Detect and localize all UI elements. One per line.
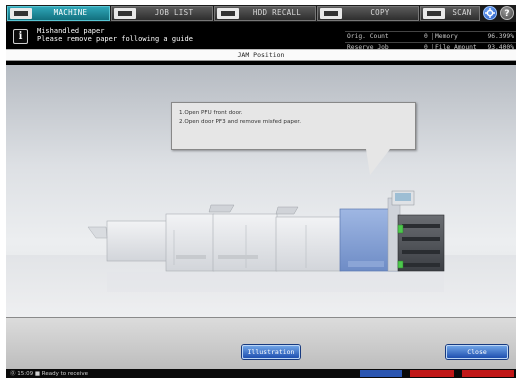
orig-count-label: Orig. Count: [347, 33, 389, 40]
tab-machine[interactable]: MACHINE: [7, 6, 110, 21]
tab-bar: MACHINE JOB LIST HDD RECALL COPY SCAN ?: [6, 5, 516, 22]
tab-label: MACHINE: [53, 8, 88, 17]
job-list-icon: [114, 8, 136, 19]
jam-marker: [397, 260, 404, 269]
jam-illustration-area: 1.Open PFU front door. 2.Open door PF3 a…: [6, 65, 516, 317]
status-indicator-red: [410, 370, 454, 377]
paper-feed-unit: [397, 214, 445, 272]
jam-marker: [397, 224, 404, 234]
memory-label: Memory: [432, 33, 458, 40]
status-indicator-blue: [360, 370, 402, 377]
hdd-recall-icon: [217, 8, 239, 19]
help-icon[interactable]: ?: [500, 6, 514, 20]
tab-job-list[interactable]: JOB LIST: [111, 6, 213, 21]
status-text: ⓪ 15:09 ■ Ready to receive: [10, 371, 88, 377]
status-row: Orig. Count 0 Memory 96.399%: [345, 31, 516, 42]
bottom-bar: Illustration Close: [6, 317, 516, 369]
printer-line-illustration: [87, 190, 445, 292]
message-line-1: Mishandled paper: [37, 27, 105, 35]
machine-icon: [10, 8, 32, 19]
tab-label: JOB LIST: [154, 8, 194, 17]
copy-icon: [320, 8, 342, 19]
memory-value: 96.399%: [487, 33, 514, 40]
tab-label: SCAN: [452, 8, 472, 17]
info-glyph: i: [18, 31, 23, 42]
tab-label: COPY: [370, 8, 390, 17]
status-indicator-red: [462, 370, 514, 377]
message-line-2: Please remove paper following a guide: [37, 35, 193, 43]
tab-copy[interactable]: COPY: [317, 6, 419, 21]
tab-hdd-recall[interactable]: HDD RECALL: [214, 6, 316, 21]
settings-icon[interactable]: [483, 6, 497, 20]
message-area: i Mishandled paper Please remove paper f…: [6, 22, 516, 71]
info-icon: i: [13, 29, 28, 44]
tab-scan[interactable]: SCAN: [420, 6, 480, 21]
help-glyph: ?: [504, 9, 510, 19]
finisher-units: [87, 204, 342, 272]
close-button[interactable]: Close: [446, 345, 508, 359]
page-title: JAM Position: [6, 49, 516, 61]
status-line: ⓪ 15:09 ■ Ready to receive: [6, 369, 516, 378]
illustration-button[interactable]: Illustration: [242, 345, 300, 359]
machine-screen: MACHINE JOB LIST HDD RECALL COPY SCAN ? …: [6, 5, 516, 378]
scan-icon: [423, 8, 445, 19]
orig-count-value: 0: [424, 33, 428, 40]
tab-label: HDD RECALL: [252, 8, 302, 17]
